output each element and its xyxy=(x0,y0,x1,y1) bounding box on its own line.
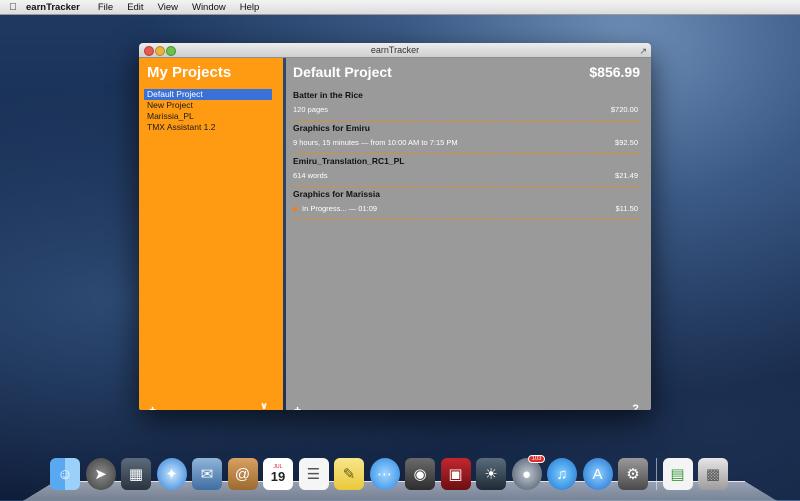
launchpad-icon[interactable]: ➤ xyxy=(85,458,116,490)
entry-row[interactable]: Graphics for Marissia In Progress... — 0… xyxy=(293,187,640,220)
entry-detail: 614 words xyxy=(293,171,328,180)
menu-file[interactable]: File xyxy=(98,2,113,13)
entry-name: Graphics for Marissia xyxy=(293,189,380,199)
app-window: earnTracker ↗ My Projects Default Projec… xyxy=(139,43,651,410)
menu-edit[interactable]: Edit xyxy=(127,2,143,13)
menu-view[interactable]: View xyxy=(158,2,178,13)
calendar-day: 19 xyxy=(270,469,286,484)
entry-detail: 120 pages xyxy=(293,105,329,114)
add-entry-button[interactable]: + xyxy=(294,403,301,410)
notification-badge: 103 xyxy=(528,455,545,463)
chevron-down-icon[interactable]: ∨ xyxy=(260,401,268,410)
fullscreen-icon[interactable]: ↗ xyxy=(639,44,647,58)
entry-amount: $92.50 xyxy=(615,138,638,147)
dock-separator xyxy=(655,458,657,490)
menu-window[interactable]: Window xyxy=(192,2,226,13)
app-icon[interactable]: ● 103 xyxy=(511,455,545,490)
project-detail-pane: Default Project $856.99 Batter in the Ri… xyxy=(286,58,651,410)
entry-row[interactable]: Graphics for Emiru 9 hours, 15 minutes —… xyxy=(293,121,640,154)
project-item-marissia[interactable]: Marissia_PL xyxy=(144,111,272,122)
sidebar-title: My Projects xyxy=(147,64,232,81)
close-window-button[interactable] xyxy=(144,46,154,56)
messages-icon[interactable]: ⋯ xyxy=(369,458,400,490)
photo-booth-icon[interactable]: ▣ xyxy=(440,458,471,490)
projects-sidebar: My Projects Default Project New Project … xyxy=(139,58,283,410)
entry-detail-text: In Progress... — 01:09 xyxy=(302,204,378,213)
safari-icon[interactable]: ✦ xyxy=(156,458,187,490)
iphoto-icon[interactable]: ☀ xyxy=(476,458,506,490)
project-list: Default Project New Project Marissia_PL … xyxy=(144,89,272,133)
detail-footer: + — xyxy=(294,403,323,410)
remove-project-button[interactable]: — xyxy=(166,403,178,410)
calendar-icon[interactable]: JUL 19 xyxy=(263,458,293,490)
dock: ☺ ➤ ▦ ✦ ✉ @ JUL 19 ☰ ✎ ⋯ ◉ ▣ ☀ ● 103 ♫ A … xyxy=(23,455,777,501)
app-store-icon[interactable]: A xyxy=(582,458,613,490)
document-icon[interactable]: ▤ xyxy=(662,458,693,490)
mission-control-icon[interactable]: ▦ xyxy=(121,458,151,490)
add-project-button[interactable]: + xyxy=(149,403,156,410)
sidebar-footer: + — xyxy=(149,403,178,410)
system-preferences-icon[interactable]: ⚙ xyxy=(618,458,648,490)
facetime-icon[interactable]: ◉ xyxy=(405,458,435,490)
reminders-icon[interactable]: ☰ xyxy=(298,458,329,490)
dock-icons: ☺ ➤ ▦ ✦ ✉ @ JUL 19 ☰ ✎ ⋯ ◉ ▣ ☀ ● 103 ♫ A … xyxy=(50,455,734,490)
project-item-tmx[interactable]: TMX Assistant 1.2 xyxy=(144,122,272,133)
entry-amount: $11.50 xyxy=(615,204,638,213)
entry-row[interactable]: Emiru_Translation_RC1_PL 614 words $21.4… xyxy=(293,154,640,187)
entry-list: Batter in the Rice 120 pages $720.00 Gra… xyxy=(293,88,640,220)
trash-icon[interactable]: ▩ xyxy=(698,458,728,490)
zoom-window-button[interactable] xyxy=(166,46,176,56)
entry-amount: $21.49 xyxy=(615,171,638,180)
title-bar[interactable]: earnTracker ↗ xyxy=(139,43,651,58)
help-button[interactable]: ? xyxy=(632,403,639,410)
menu-help[interactable]: Help xyxy=(240,2,260,13)
window-title: earnTracker xyxy=(370,45,420,55)
contacts-icon[interactable]: @ xyxy=(227,458,258,490)
entry-name: Graphics for Emiru xyxy=(293,123,370,133)
notes-icon[interactable]: ✎ xyxy=(334,458,364,490)
project-item-new[interactable]: New Project xyxy=(144,100,272,111)
remove-entry-button[interactable]: — xyxy=(311,403,323,410)
project-total: $856.99 xyxy=(589,64,640,80)
entry-detail-in-progress: In Progress... — 01:09 xyxy=(293,204,377,213)
menu-app-name[interactable]: earnTracker xyxy=(26,2,80,13)
entry-row[interactable]: Batter in the Rice 120 pages $720.00 xyxy=(293,88,640,121)
menu-bar:  earnTracker File Edit View Window Help xyxy=(0,0,800,15)
itunes-icon[interactable]: ♫ xyxy=(547,458,577,490)
entry-detail: 9 hours, 15 minutes — from 10:00 AM to 7… xyxy=(293,138,458,147)
minimize-window-button[interactable] xyxy=(155,46,165,56)
entry-name: Emiru_Translation_RC1_PL xyxy=(293,156,405,166)
entry-amount: $720.00 xyxy=(610,105,638,114)
project-title: Default Project xyxy=(293,64,392,80)
entry-name: Batter in the Rice xyxy=(293,90,363,100)
apple-menu-icon[interactable]:  xyxy=(0,2,26,13)
mail-icon[interactable]: ✉ xyxy=(192,458,222,490)
in-progress-icon[interactable] xyxy=(293,207,297,212)
finder-icon[interactable]: ☺ xyxy=(50,458,80,490)
project-item-default[interactable]: Default Project xyxy=(144,89,272,100)
